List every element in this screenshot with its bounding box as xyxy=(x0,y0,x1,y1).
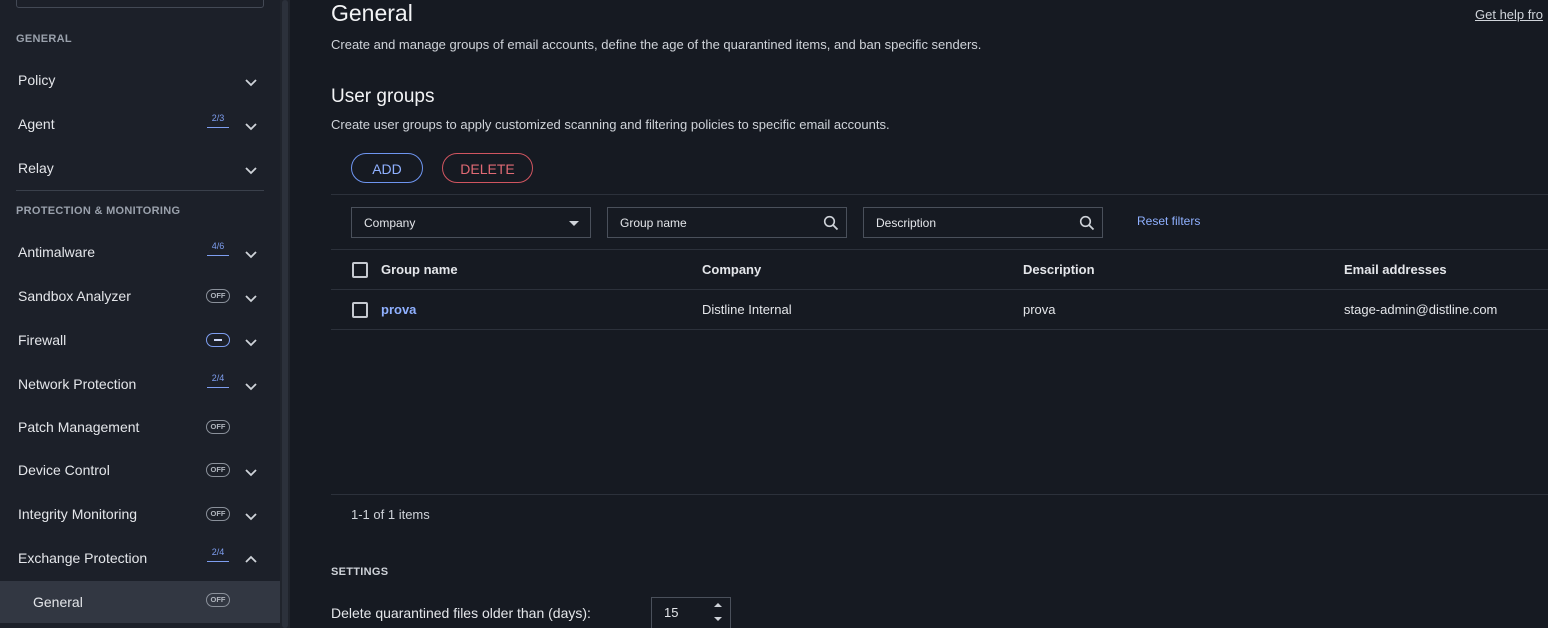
chevron-down-icon[interactable] xyxy=(244,379,258,393)
sidebar-search-input[interactable] xyxy=(16,0,264,8)
section-title-general: GENERAL xyxy=(16,33,72,45)
chevron-down-icon[interactable] xyxy=(244,247,258,261)
description-filter-placeholder: Description xyxy=(876,216,937,230)
chevron-up-icon[interactable] xyxy=(244,553,258,567)
group-name-filter-input[interactable]: Group name xyxy=(607,207,847,238)
sidebar-item-label: Antimalware xyxy=(18,244,96,260)
sidebar-item-exchange-protection[interactable]: Exchange Protection 2/4 xyxy=(0,539,280,579)
toolbar-divider xyxy=(331,194,1548,195)
sidebar-item-patch-management[interactable]: Patch Management OFF xyxy=(0,408,280,448)
quarantine-days-stepper[interactable]: 15 xyxy=(651,597,731,628)
sidebar-item-policy[interactable]: Policy xyxy=(0,61,280,101)
status-badge: 2/4 xyxy=(206,373,230,389)
group-name-filter-placeholder: Group name xyxy=(620,216,687,230)
section-title-protection: PROTECTION & MONITORING xyxy=(16,205,181,217)
group-name-link[interactable]: prova xyxy=(381,302,416,317)
column-header-description[interactable]: Description xyxy=(1023,262,1095,277)
table-header-divider xyxy=(331,289,1548,290)
search-icon xyxy=(1079,215,1095,231)
sidebar-item-label: Network Protection xyxy=(18,376,137,392)
sidebar-item-label: Integrity Monitoring xyxy=(18,506,138,522)
chevron-down-icon[interactable] xyxy=(244,75,258,89)
help-link[interactable]: Get help fro xyxy=(1475,7,1543,22)
sidebar-item-label: Patch Management xyxy=(18,419,140,435)
cell-company: Distline Internal xyxy=(702,302,792,317)
row-checkbox[interactable] xyxy=(352,302,368,318)
sidebar-item-label: Device Control xyxy=(18,462,110,478)
sidebar-scrollbar-thumb[interactable] xyxy=(282,0,288,628)
sidebar-item-network-protection[interactable]: Network Protection 2/4 xyxy=(0,365,280,405)
sidebar-item-relay[interactable]: Relay xyxy=(0,149,280,189)
status-badge: 2/4 xyxy=(206,547,230,563)
cell-description: prova xyxy=(1023,302,1056,317)
increment-icon[interactable] xyxy=(714,603,722,607)
delete-button[interactable]: DELETE xyxy=(442,153,533,183)
partial-status-icon xyxy=(206,333,230,347)
sidebar-item-label: Sandbox Analyzer xyxy=(18,288,131,304)
table-row-divider xyxy=(331,329,1548,330)
column-header-group-name[interactable]: Group name xyxy=(381,262,458,277)
sidebar-divider xyxy=(16,190,264,191)
dropdown-caret-icon xyxy=(569,221,579,226)
off-badge: OFF xyxy=(206,420,230,434)
select-all-checkbox[interactable] xyxy=(352,262,368,278)
chevron-down-icon[interactable] xyxy=(244,509,258,523)
section-description: Create user groups to apply customized s… xyxy=(331,117,890,132)
chevron-down-icon[interactable] xyxy=(244,163,258,177)
decrement-icon[interactable] xyxy=(714,617,722,621)
sidebar-item-integrity-monitoring[interactable]: Integrity Monitoring OFF xyxy=(0,495,280,535)
sidebar-subitem-label: General xyxy=(33,594,83,610)
chevron-down-icon[interactable] xyxy=(244,465,258,479)
sidebar-item-label: Exchange Protection xyxy=(18,550,148,566)
status-badge: 4/6 xyxy=(206,241,230,257)
quarantine-days-value: 15 xyxy=(664,605,679,620)
sidebar-item-agent[interactable]: Agent 2/3 xyxy=(0,105,280,145)
search-icon xyxy=(823,215,839,231)
sidebar-item-device-control[interactable]: Device Control OFF xyxy=(0,451,280,491)
sidebar-item-label: Firewall xyxy=(18,332,67,348)
company-filter-select[interactable]: Company xyxy=(351,207,591,238)
sidebar-item-firewall[interactable]: Firewall xyxy=(0,321,280,361)
page-description: Create and manage groups of email accoun… xyxy=(331,37,982,52)
pagination-info: 1-1 of 1 items xyxy=(351,507,430,522)
sidebar-subitem-general[interactable]: General OFF xyxy=(0,581,280,623)
section-title-user-groups: User groups xyxy=(331,86,435,107)
off-badge: OFF xyxy=(206,593,230,607)
status-badge: 2/3 xyxy=(206,113,230,129)
page-title: General xyxy=(331,0,413,26)
off-badge: OFF xyxy=(206,507,230,521)
sidebar-item-label: Relay xyxy=(18,160,54,176)
reset-filters-link[interactable]: Reset filters xyxy=(1137,214,1200,228)
sidebar-item-label: Agent xyxy=(18,116,55,132)
sidebar-item-sandbox-analyzer[interactable]: Sandbox Analyzer OFF xyxy=(0,277,280,317)
sidebar-item-label: Policy xyxy=(18,72,56,88)
off-badge: OFF xyxy=(206,463,230,477)
column-header-email-addresses[interactable]: Email addresses xyxy=(1344,262,1447,277)
company-filter-label: Company xyxy=(364,216,416,230)
description-filter-input[interactable]: Description xyxy=(863,207,1103,238)
delete-quarantine-label: Delete quarantined files older than (day… xyxy=(331,605,591,621)
table-top-divider xyxy=(331,249,1548,250)
cell-email: stage-admin@distline.com xyxy=(1344,302,1498,317)
sidebar: GENERAL Policy Agent 2/3 Relay PROTECTIO… xyxy=(0,0,280,628)
main-content: General Get help fro Create and manage g… xyxy=(290,0,1548,628)
chevron-down-icon[interactable] xyxy=(244,291,258,305)
settings-title: SETTINGS xyxy=(331,566,389,578)
sidebar-item-antimalware[interactable]: Antimalware 4/6 xyxy=(0,233,280,273)
chevron-down-icon[interactable] xyxy=(244,119,258,133)
column-header-company[interactable]: Company xyxy=(702,262,761,277)
add-button[interactable]: ADD xyxy=(351,153,423,183)
table-bottom-divider xyxy=(331,494,1548,495)
off-badge: OFF xyxy=(206,289,230,303)
chevron-down-icon[interactable] xyxy=(244,335,258,349)
